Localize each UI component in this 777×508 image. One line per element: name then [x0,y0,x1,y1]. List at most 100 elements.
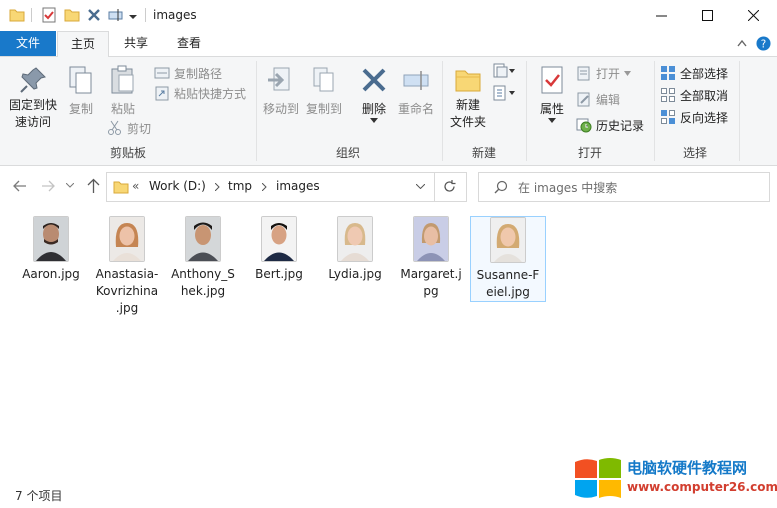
address-box[interactable]: « Work (D:) tmp images [106,172,467,202]
minimize-button[interactable] [638,0,684,31]
site-watermark: 电脑软硬件教程网 www.computer26.com [571,452,777,508]
new-folder-icon [455,70,481,92]
scissors-icon [108,120,121,135]
cut-label: 剪切 [127,121,152,136]
properties-label: 属性 [539,102,564,116]
file-item-bert[interactable]: Bert.jpg [242,216,316,283]
new-item-icon [493,63,515,78]
properties-button[interactable]: 属性 [533,61,571,125]
file-item-aaron[interactable]: Aaron.jpg [14,216,88,283]
minimize-icon [655,15,667,17]
open-button[interactable]: 打开 [576,63,654,83]
file-name: Aaron.jpg [22,267,80,281]
history-icon [576,118,592,133]
clipboard-group-label: 剪贴板 [109,146,146,160]
organize-group-label: 组织 [335,146,360,160]
file-item-lydia[interactable]: Lydia.jpg [318,216,392,283]
recent-locations-icon[interactable] [66,183,74,188]
tab-share[interactable]: 共享 [108,31,164,56]
search-box[interactable]: 在 images 中搜索 [478,172,770,202]
copy-to-button[interactable]: 复制到 [304,61,344,121]
invert-selection-label: 反向选择 [680,110,729,125]
delete-button[interactable]: 删除 [356,61,392,125]
rename-quick-icon[interactable] [108,7,124,23]
invert-selection-button[interactable]: 反向选择 [660,107,750,127]
chevron-right-icon[interactable] [215,183,220,191]
breadcrumb-tmp[interactable]: tmp [228,179,252,193]
tab-file[interactable]: 文件 [0,31,56,56]
paste-icon [111,65,134,94]
open-dropdown-icon [624,70,632,76]
ribbon-tabs: 文件 主页 共享 查看 ? [0,31,777,57]
maximize-button[interactable] [684,0,730,31]
copy-button[interactable]: 复制 [63,61,99,121]
close-button[interactable] [730,0,776,31]
select-group-label: 选择 [682,146,707,160]
history-button[interactable]: 历史记录 [576,115,654,135]
forward-arrow-icon[interactable] [41,180,55,192]
paste-button[interactable]: 粘贴 [103,61,143,121]
folder-icon [9,9,25,22]
delete-icon [362,68,386,92]
history-label: 历史记录 [596,118,645,133]
overflow-chevron[interactable]: « [132,179,139,193]
edit-button[interactable]: 编辑 [576,89,654,109]
delete-label: 删除 [361,102,386,116]
new-folder-button[interactable]: 新建 文件夹 [447,61,489,137]
select-all-icon [661,66,675,80]
tab-view[interactable]: 查看 [164,31,214,56]
rename-button[interactable]: 重命名 [394,61,438,121]
cut-button[interactable]: 剪切 [107,118,254,138]
chevron-right-icon[interactable] [262,183,267,191]
select-none-button[interactable]: 全部取消 [660,85,750,105]
file-item-margaret[interactable]: Margaret.j pg [394,216,468,300]
copy-path-icon [154,67,170,79]
move-to-icon [268,67,290,91]
image-thumbnail [185,216,221,262]
windows-logo-icon [575,458,621,498]
edit-label: 编辑 [596,92,621,107]
file-name: Bert.jpg [255,267,303,281]
file-item-anastasia[interactable]: Anastasia- Kovrizhina .jpg [90,216,164,317]
file-name: Lydia.jpg [328,267,382,281]
new-folder-quick-icon[interactable] [64,7,80,23]
collapse-ribbon-icon[interactable] [737,39,747,47]
window-title: images [153,8,197,22]
copy-to-icon [313,67,334,92]
status-item-count: 7 个项目 [15,489,63,503]
delete-quick-icon[interactable] [86,7,102,23]
up-arrow-icon[interactable] [87,178,100,193]
select-all-label: 全部选择 [680,66,729,81]
search-icon [494,180,508,194]
select-none-icon [661,88,675,102]
refresh-icon[interactable] [443,180,456,193]
file-item-anthony[interactable]: Anthony_S hek.jpg [166,216,240,300]
watermark-title: 电脑软硬件教程网 [627,459,748,477]
file-name: Susanne-F eiel.jpg [476,268,540,299]
breadcrumb-work[interactable]: Work (D:) [149,179,206,193]
file-item-susanne[interactable]: Susanne-F eiel.jpg [470,216,546,302]
image-thumbnail [261,216,297,262]
search-placeholder: 在 images 中搜索 [518,181,618,195]
new-folder-label: 新建 文件夹 [449,98,486,129]
help-icon[interactable]: ? [756,36,771,51]
customize-quick-access-icon[interactable] [129,12,138,21]
paste-shortcut-icon [155,86,169,101]
move-to-label: 移动到 [262,102,299,116]
new-item-button[interactable] [492,63,518,83]
new-group-label: 新建 [471,146,496,160]
back-arrow-icon[interactable] [13,180,27,192]
paste-label: 粘贴 [110,102,135,116]
select-small-buttons: 全部选择 全部取消 反向选择 [660,63,750,127]
breadcrumb-images[interactable]: images [276,179,320,193]
paste-shortcut-button[interactable]: 粘贴快捷方式 [154,83,254,103]
easy-access-button[interactable] [492,85,518,105]
move-to-button[interactable]: 移动到 [261,61,301,121]
tab-home[interactable]: 主页 [57,31,109,57]
properties-quick-icon[interactable] [41,7,57,23]
image-thumbnail [33,216,69,262]
select-all-button[interactable]: 全部选择 [660,63,750,83]
chevron-down-icon[interactable] [416,184,425,189]
copy-path-button[interactable]: 复制路径 [154,63,254,83]
pin-to-quick-access-button[interactable]: 固定到快 速访问 [3,61,63,139]
